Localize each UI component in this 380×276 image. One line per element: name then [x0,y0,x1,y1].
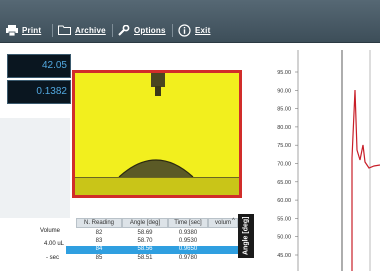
angle-chart[interactable]: 95.00 90.00 85.00 80.00 75.00 70.00 65.00 60.00… [260,50,380,271]
volume-label: Volume [40,228,61,234]
y-tick-label: 55.00 [277,216,291,222]
droplet-image [75,73,239,195]
exit-button[interactable]: Exit [178,22,210,38]
angle-readout: 42.05 [7,54,71,78]
y-tick-label: 65.00 [277,180,291,186]
y-tick-label: 80.00 [277,125,291,131]
cell-reading: 85 [95,255,103,261]
print-label: Print [22,25,42,35]
printer-icon [6,24,18,36]
sec-label: - sec [46,255,60,261]
archive-label: Archive [75,25,106,35]
y-tick-label: 90.00 [277,88,291,94]
folder-icon [58,25,71,35]
volume-value: 4.00 uL [44,241,65,247]
y-tick-label: 95.00 [277,70,291,76]
print-button[interactable]: Print [6,22,41,38]
toolbar-divider [112,24,113,37]
toolbar: Print Archive Options Exit [0,0,380,43]
y-tick-label: 85.00 [277,107,291,113]
side-panel [0,118,70,218]
cell-angle: 58.51 [137,255,153,261]
scroll-up-icon[interactable]: ^ [232,218,235,224]
y-tick-label: 75.00 [277,143,291,149]
column-header[interactable]: Angle [deg] [122,218,168,228]
cell-time: 0.9780 [178,255,198,261]
exit-label: Exit [195,25,211,35]
chart-plot: 95.00 90.00 85.00 80.00 75.00 70.00 65.00 60.00… [277,50,380,271]
options-label: Options [134,25,166,35]
options-button[interactable]: Options [118,22,166,38]
y-axis-label: Angle [deg] [238,214,254,258]
y-tick-label: 45.00 [277,253,291,259]
time-readout: 0.1382 [7,80,71,104]
cell-angle: 58.56 [137,246,153,252]
angle-series-line [351,89,380,271]
toolbar-divider [52,24,53,37]
y-tick-label: 60.00 [277,198,291,204]
cell-time: 0.9650 [178,246,198,252]
toolbar-divider [172,24,173,37]
column-header[interactable]: Time [sec] [168,218,208,228]
column-header[interactable]: N. Reading [76,218,122,228]
camera-view[interactable] [72,70,242,198]
wrench-icon [118,24,130,36]
archive-button[interactable]: Archive [58,22,106,38]
y-tick-label: 70.00 [277,162,291,168]
info-icon [178,23,191,37]
y-tick-label: 50.00 [277,235,291,241]
cell-reading: 84 [95,246,103,252]
